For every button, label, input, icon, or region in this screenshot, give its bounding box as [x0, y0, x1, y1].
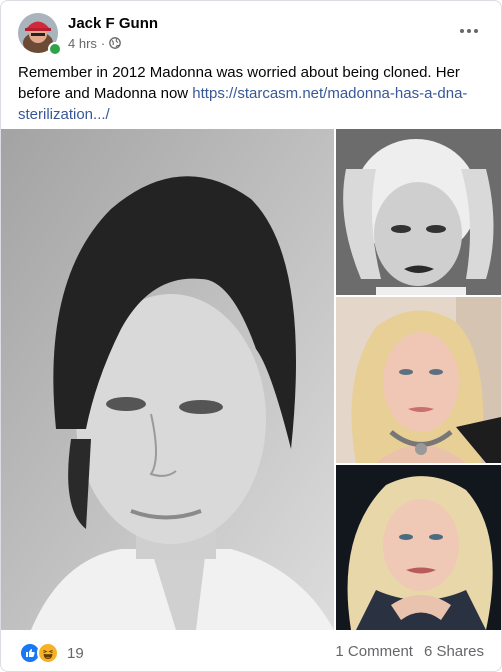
photo-middle-right[interactable] — [336, 297, 501, 463]
photo-bottom-right[interactable] — [336, 465, 501, 630]
engagement-stats: 1 Comment 6 Shares — [335, 643, 484, 660]
more-options-icon[interactable] — [455, 17, 483, 45]
post-text: Remember in 2012 Madonna was worried abo… — [18, 62, 488, 125]
post-footer: 19 1 Comment 6 Shares — [1, 632, 501, 671]
globe-icon — [109, 37, 122, 49]
author-name[interactable]: Jack F Gunn — [68, 15, 158, 32]
meta-separator: · — [100, 35, 106, 51]
post-header: Jack F Gunn 4 hrs · — [1, 1, 501, 61]
shares-count[interactable]: 6 Shares — [424, 643, 484, 660]
photo-grid — [1, 129, 501, 630]
reaction-count: 19 — [67, 644, 84, 662]
haha-icon — [37, 642, 59, 664]
photo-main[interactable] — [1, 129, 334, 630]
photo-top-right[interactable] — [336, 129, 501, 295]
post-card: Jack F Gunn 4 hrs · Remember in 2012 Mad… — [0, 0, 502, 672]
reactions-summary[interactable]: 19 — [19, 642, 84, 664]
post-timestamp[interactable]: 4 hrs — [68, 36, 97, 51]
online-status-dot — [48, 42, 62, 56]
comments-count[interactable]: 1 Comment — [335, 643, 413, 660]
post-meta: 4 hrs · — [68, 35, 122, 51]
